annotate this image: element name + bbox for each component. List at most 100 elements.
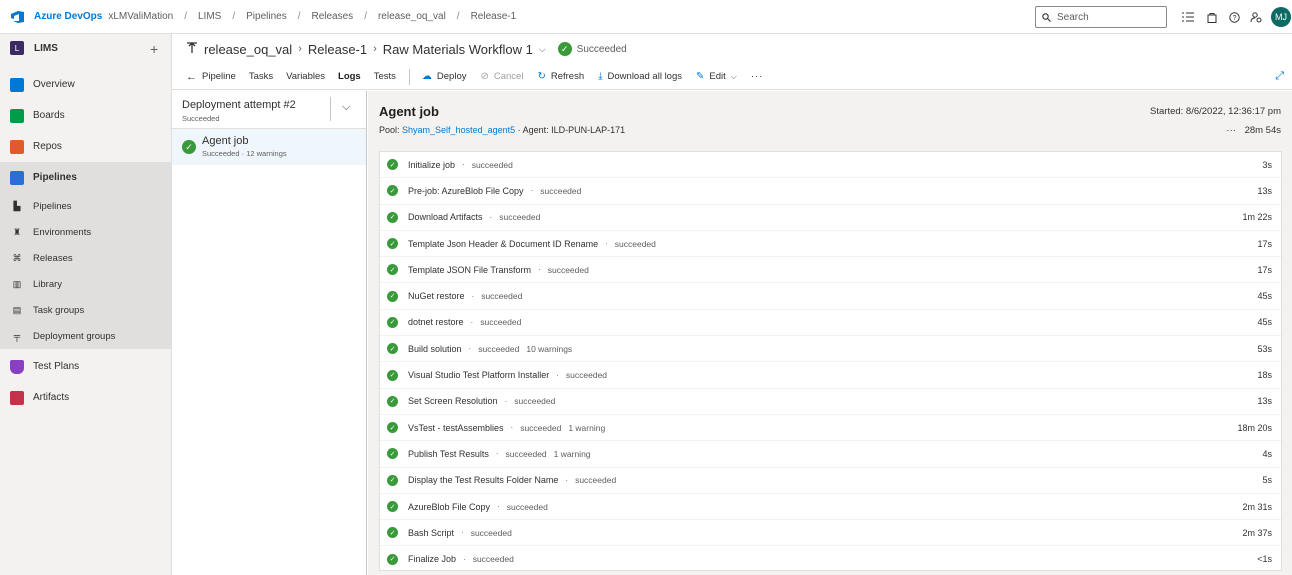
pool-link[interactable]: Shyam_Self_hosted_agent5 <box>402 125 515 135</box>
tab-tasks[interactable]: Tasks <box>249 71 273 82</box>
azure-devops-logo-icon[interactable] <box>10 10 26 24</box>
step-row[interactable]: ✓ Finalize Job · succeeded <1s <box>380 546 1281 573</box>
step-row[interactable]: ✓ Bash Script · succeeded 2m 37s <box>380 520 1281 547</box>
step-duration: 4s <box>1262 448 1272 459</box>
step-status: succeeded <box>505 448 547 459</box>
back-to-pipeline-link[interactable]: ← Pipeline <box>186 71 236 83</box>
breadcrumb-separator: / <box>364 11 367 22</box>
project-selector[interactable]: L LIMS + <box>0 34 171 62</box>
search-box[interactable]: Search <box>1035 6 1167 28</box>
step-duration: 17s <box>1257 264 1272 275</box>
step-name: AzureBlob File Copy <box>408 501 491 512</box>
cancel-button[interactable]: ⊘ Cancel <box>480 71 523 82</box>
deployment-attempt[interactable]: Deployment attempt #2 Succeeded ⌵ <box>172 91 366 129</box>
sidebar-item-pipelines[interactable]: Pipelines <box>0 162 171 193</box>
sidebar-item-boards[interactable]: Boards <box>0 100 171 131</box>
project-badge: L <box>10 41 24 55</box>
job-status: Succeeded · 12 warnings <box>202 149 287 158</box>
chevron-right-icon: › <box>298 43 302 55</box>
step-row[interactable]: ✓ NuGet restore · succeeded 45s <box>380 283 1281 310</box>
step-duration: 18s <box>1257 370 1272 381</box>
sidebar-subitem-label: Deployment groups <box>33 330 116 342</box>
brand-name[interactable]: Azure DevOps <box>34 11 102 22</box>
success-icon: ✓ <box>387 290 398 302</box>
sidebar-subitem-releases[interactable]: ⌘ Releases <box>0 245 171 271</box>
chevron-down-icon[interactable]: ⌵ <box>342 101 350 114</box>
step-duration: 53s <box>1257 343 1272 354</box>
breadcrumb-release-pipeline[interactable]: release_oq_val <box>378 11 446 22</box>
sidebar-item-test-plans[interactable]: Test Plans <box>0 351 171 382</box>
search-icon <box>1042 12 1051 22</box>
tab-variables[interactable]: Variables <box>286 71 325 82</box>
separator-dot: · <box>470 317 474 327</box>
add-icon[interactable]: + <box>150 41 158 57</box>
refresh-button[interactable]: ↻ Refresh <box>537 71 584 82</box>
edit-button[interactable]: ✎ Edit ⌵ <box>696 71 737 82</box>
job-duration-value: 28m 54s <box>1244 125 1281 136</box>
deploy-button[interactable]: ☁ Deploy <box>422 71 467 82</box>
breadcrumb-separator: / <box>184 11 187 22</box>
attempts-panel: Deployment attempt #2 Succeeded ⌵ ✓ Agen… <box>172 91 367 575</box>
avatar[interactable]: MJ <box>1271 7 1291 27</box>
breadcrumb-releases[interactable]: Releases <box>311 11 353 22</box>
checklist-icon[interactable] <box>1181 10 1195 24</box>
project-name: LIMS <box>34 42 58 54</box>
breadcrumb-release[interactable]: Release-1 <box>471 11 517 22</box>
tab-tests[interactable]: Tests <box>374 71 396 82</box>
more-icon[interactable]: ··· <box>1226 125 1236 136</box>
step-row[interactable]: ✓ Initialize job · succeeded 3s <box>380 152 1281 179</box>
user-settings-icon[interactable] <box>1249 10 1263 24</box>
breadcrumb-pipelines[interactable]: Pipelines <box>246 11 287 22</box>
step-row[interactable]: ✓ VsTest - testAssemblies · succeeded 1 warn… <box>380 415 1281 442</box>
help-icon[interactable]: ? <box>1227 10 1241 24</box>
breadcrumb-separator: / <box>297 11 301 22</box>
step-status: succeeded <box>471 159 513 170</box>
breadcrumb-org[interactable]: xLMValiMation <box>108 11 173 22</box>
step-row[interactable]: ✓ Template Json Header & Document ID Rena… <box>380 231 1281 258</box>
step-row[interactable]: ✓ AzureBlob File Copy · succeeded 2m 31s <box>380 494 1281 521</box>
sidebar-subitem-deployment-groups[interactable]: ╤ Deployment groups <box>0 323 171 349</box>
header-release-name[interactable]: Release-1 <box>308 42 367 57</box>
sidebar-item-label: Repos <box>33 141 62 152</box>
pool-label: Pool: <box>379 125 400 135</box>
shopping-bag-icon[interactable] <box>1205 10 1219 24</box>
toolbar-divider <box>408 68 410 85</box>
step-row[interactable]: ✓ Display the Test Results Folder Name · su… <box>380 468 1281 494</box>
header-stage-name[interactable]: Raw Materials Workflow 1 <box>383 42 533 57</box>
step-duration: 45s <box>1257 291 1272 302</box>
sidebar-subitem-library[interactable]: ▥ Library <box>0 271 171 297</box>
step-row[interactable]: ✓ Build solution · succeeded 10 warnings 53s <box>380 336 1281 363</box>
step-row[interactable]: ✓ dotnet restore · succeeded 45s <box>380 310 1281 337</box>
success-icon: ✓ <box>387 238 398 250</box>
step-row[interactable]: ✓ Template JSON File Transform · succeeded 1… <box>380 257 1281 284</box>
step-row[interactable]: ✓ Download Artifacts · succeeded 1m 22s <box>380 205 1281 231</box>
job-duration: ··· 28m 54s <box>1226 125 1281 136</box>
step-name: Pre-job: AzureBlob File Copy <box>408 185 524 196</box>
sidebar-item-repos[interactable]: Repos <box>0 131 171 162</box>
sidebar-item-artifacts[interactable]: Artifacts <box>0 382 171 413</box>
sidebar-subitem-task-groups[interactable]: ▤ Task groups <box>0 297 171 323</box>
step-duration: 18m 20s <box>1237 422 1272 433</box>
sidebar-item-overview[interactable]: Overview <box>0 69 171 100</box>
separator-dot: · <box>556 370 559 380</box>
job-list-item[interactable]: ✓ Agent job Succeeded · 12 warnings <box>172 129 366 165</box>
step-row[interactable]: ✓ Visual Studio Test Platform Installer · s… <box>380 362 1281 389</box>
sidebar-item-label: Artifacts <box>33 392 70 403</box>
chevron-down-icon[interactable]: ⌵ <box>539 44 546 55</box>
page-header: release_oq_val › Release-1 › Raw Materia… <box>172 34 1292 64</box>
search-placeholder: Search <box>1057 11 1089 23</box>
step-row[interactable]: ✓ Publish Test Results · succeeded 1 warning… <box>380 441 1281 468</box>
step-row[interactable]: ✓ Pre-job: AzureBlob File Copy · succeeded 1… <box>380 178 1281 205</box>
header-pipeline-name[interactable]: release_oq_val <box>204 42 292 57</box>
sidebar-subitem-environments[interactable]: ♜ Environments <box>0 219 171 245</box>
overview-icon <box>10 77 24 92</box>
tab-logs[interactable]: Logs <box>338 71 361 82</box>
expand-icon[interactable]: ⤢ <box>1275 70 1284 83</box>
step-name: Template Json Header & Document ID Renam… <box>408 238 599 249</box>
environment-icon: ♜ <box>12 226 22 237</box>
sidebar-subitem-pipelines[interactable]: ▙ Pipelines <box>0 193 171 219</box>
breadcrumb-project[interactable]: LIMS <box>198 11 221 22</box>
step-row[interactable]: ✓ Set Screen Resolution · succeeded 13s <box>380 389 1281 415</box>
more-actions-icon[interactable]: ··· <box>751 71 764 82</box>
download-logs-button[interactable]: ⤓ Download all logs <box>598 71 682 82</box>
